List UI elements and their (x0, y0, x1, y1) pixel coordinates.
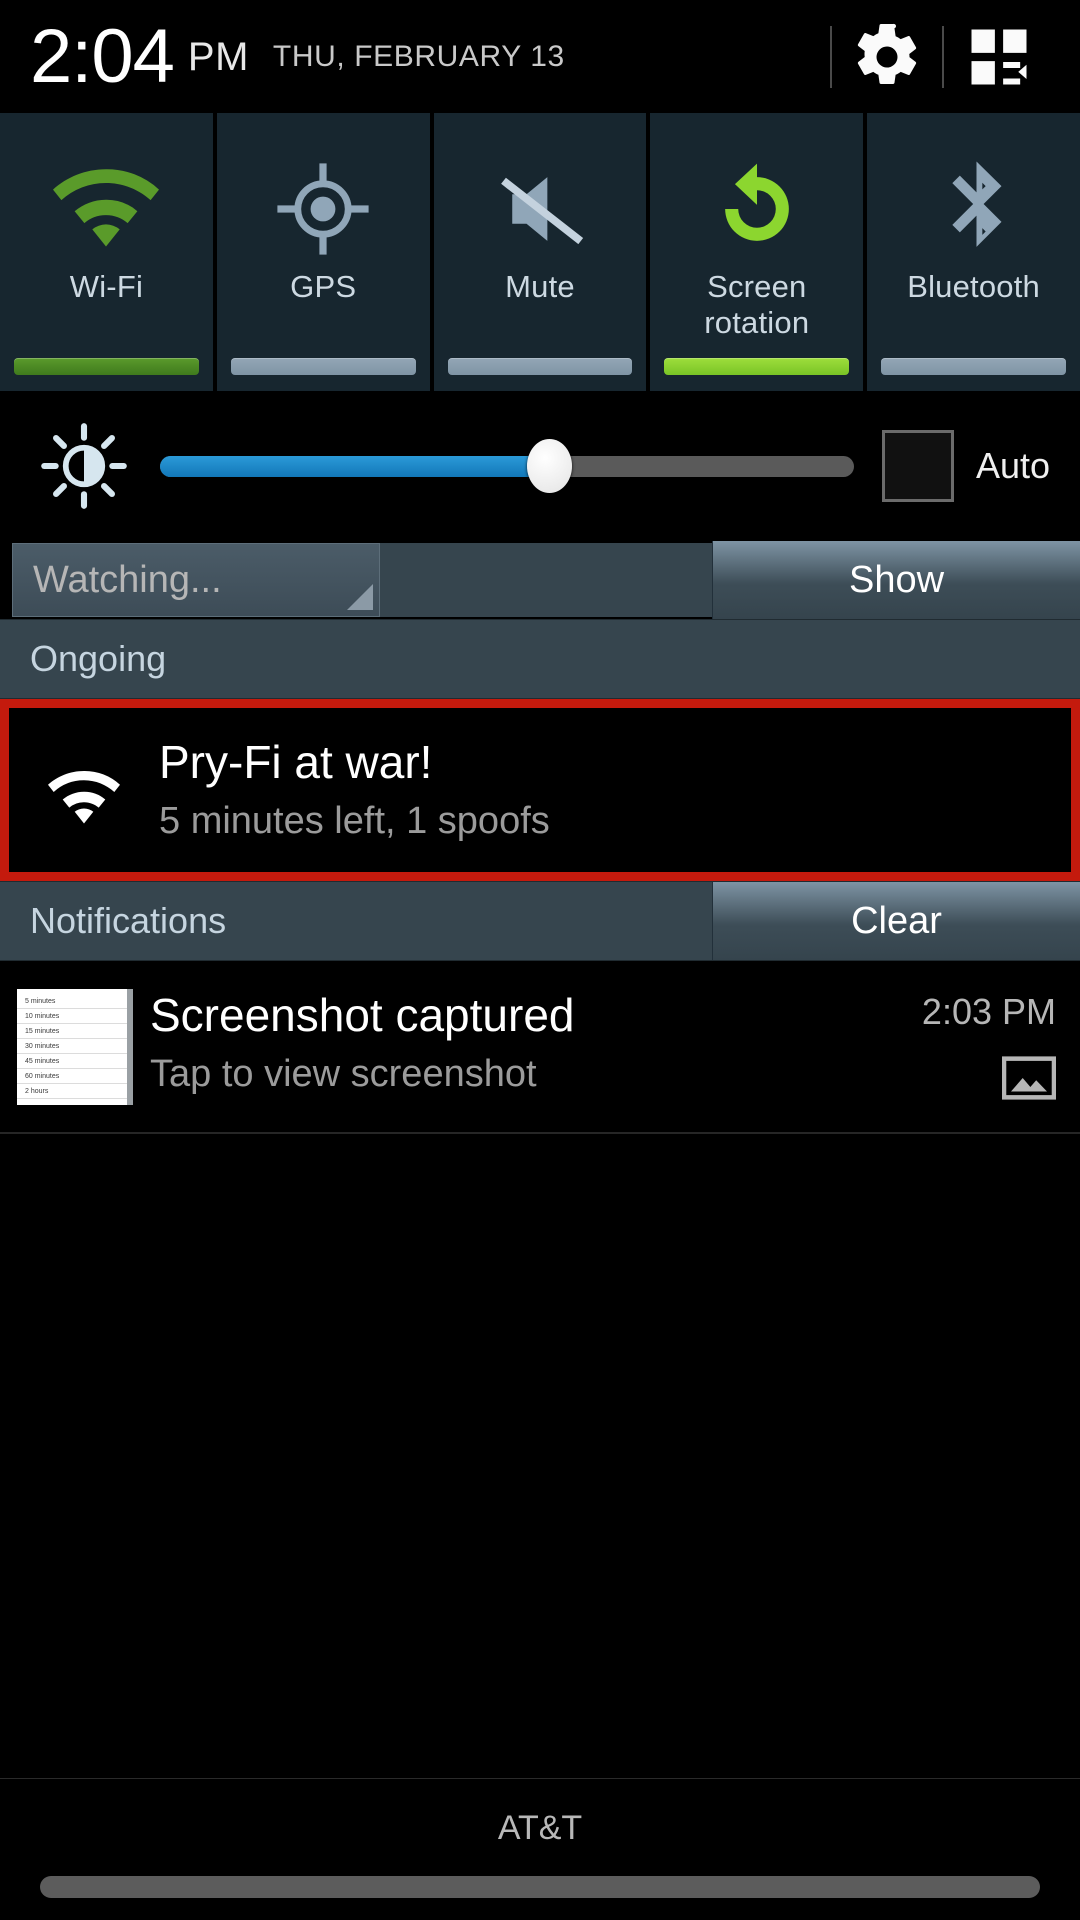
auto-brightness-label: Auto (975, 445, 1050, 486)
brightness-slider-thumb[interactable] (526, 439, 572, 493)
wifi-icon (9, 730, 159, 840)
quick-setting-tile-screen-rotation[interactable]: Screen rotation (650, 113, 864, 391)
quick-setting-tile-mute[interactable]: Mute (433, 113, 647, 391)
quick-setting-label-mute: Mute (505, 269, 575, 304)
notification-screenshot[interactable]: 5 minutes 10 minutes 15 minutes 30 minut… (0, 961, 1080, 1132)
screenshot-thumbnail: 5 minutes 10 minutes 15 minutes 30 minut… (17, 989, 133, 1105)
quick-setting-label-gps: GPS (290, 269, 357, 304)
notification-pry-fi[interactable]: Pry-Fi at war! 5 minutes left, 1 spoofs (0, 699, 1080, 881)
watching-row: Watching... Show (0, 541, 1080, 619)
ongoing-section-title: Ongoing (30, 638, 167, 679)
brightness-slider[interactable] (160, 439, 854, 493)
notifications-section-title: Notifications (30, 900, 227, 941)
thumbnail-line: 2 hours (17, 1084, 127, 1099)
empty-shade-area (0, 1134, 1080, 1778)
thumbnail-line: 30 minutes (17, 1039, 127, 1054)
brightness-row: Auto (0, 391, 1080, 541)
quick-setting-indicator-screen-rotation (664, 358, 850, 375)
thumbnail-line: 10 minutes (17, 1009, 127, 1024)
notification-title: Screenshot captured (150, 989, 575, 1041)
auto-brightness-control[interactable]: Auto (881, 430, 1060, 502)
mute-speaker-icon (491, 155, 589, 263)
chevron-down-icon (347, 584, 373, 610)
watching-spinner-label: Watching... (33, 558, 222, 601)
quick-setting-label-wifi: Wi-Fi (69, 269, 144, 304)
notification-shade: 2:04 PM THU, FEBRUARY 13 Wi-Fi GPS Mute … (0, 0, 1080, 1920)
brightness-sun-icon (20, 423, 148, 509)
quick-setting-indicator-gps (230, 358, 416, 375)
quick-setting-tile-wifi[interactable]: Wi-Fi (0, 113, 213, 391)
bluetooth-icon (933, 155, 1015, 263)
screen-rotation-icon (708, 155, 806, 263)
notification-title: Pry-Fi at war! (159, 736, 433, 788)
ongoing-section-header: Ongoing (0, 619, 1080, 699)
shade-drag-handle[interactable] (40, 1876, 1040, 1898)
quick-setting-tile-gps[interactable]: GPS (216, 113, 430, 391)
clock-ampm: PM (187, 34, 249, 79)
quick-settings-grid-icon[interactable] (944, 12, 1054, 102)
show-button[interactable]: Show (712, 541, 1080, 619)
notifications-section-header: Notifications Clear (0, 881, 1080, 961)
clock-date: THU, FEBRUARY 13 (272, 39, 565, 73)
notification-subtitle: Tap to view screenshot (150, 1053, 537, 1095)
auto-brightness-checkbox[interactable] (881, 430, 954, 502)
notification-subtitle: 5 minutes left, 1 spoofs (159, 800, 550, 842)
wifi-icon (53, 155, 160, 263)
notification-timestamp: 2:03 PM (921, 991, 1056, 1032)
brightness-slider-fill (160, 455, 549, 477)
thumbnail-line: 45 minutes (17, 1054, 127, 1069)
shade-footer: AT&T (0, 1778, 1080, 1920)
quick-setting-label-screen-rotation: Screen rotation (704, 269, 810, 340)
quick-settings-row: Wi-Fi GPS Mute Screen rotation Bluetooth (0, 113, 1080, 391)
thumbnail-line: 15 minutes (17, 1024, 127, 1039)
quick-setting-tile-bluetooth[interactable]: Bluetooth (867, 113, 1080, 391)
watching-spinner[interactable]: Watching... (12, 543, 380, 617)
quick-setting-indicator-bluetooth (881, 358, 1066, 375)
watching-row-gap (380, 543, 712, 617)
status-bar: 2:04 PM THU, FEBRUARY 13 (0, 0, 1080, 113)
quick-setting-indicator-wifi (14, 358, 199, 375)
notification-thumbnail-wrap: 5 minutes 10 minutes 15 minutes 30 minut… (0, 983, 150, 1105)
gear-icon[interactable] (832, 12, 942, 102)
thumbnail-line: 60 minutes (17, 1069, 127, 1084)
shade-handle-wrap[interactable] (0, 1876, 1080, 1920)
quick-setting-indicator-mute (447, 358, 633, 375)
gps-crosshair-icon (275, 155, 371, 263)
quick-setting-label-bluetooth: Bluetooth (907, 269, 1040, 304)
clear-button[interactable]: Clear (712, 882, 1080, 960)
image-icon (1001, 1055, 1057, 1106)
carrier-label: AT&T (497, 1809, 583, 1847)
thumbnail-line: 5 minutes (17, 994, 127, 1009)
clock-time: 2:04 (30, 13, 175, 99)
